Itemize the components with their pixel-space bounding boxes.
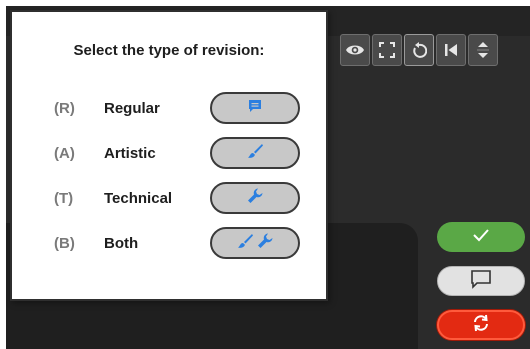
revision-type-dialog: Select the type of revision: (R) Regular… (10, 10, 328, 301)
stepper-button[interactable] (468, 34, 498, 66)
reset-icon (411, 41, 427, 59)
confirm-button[interactable] (437, 222, 525, 252)
skip-back-icon (444, 43, 458, 57)
option-label: Regular (104, 100, 160, 117)
stepper-icon (476, 39, 490, 61)
option-label: Artistic (104, 145, 156, 162)
both-revision-button[interactable] (210, 227, 300, 259)
comment-icon (470, 269, 492, 294)
fullscreen-icon (379, 42, 395, 58)
comment-icon (247, 98, 263, 119)
option-regular: (R) Regular (12, 92, 326, 126)
option-code: (A) (54, 145, 75, 162)
option-both: (B) Both (12, 227, 326, 261)
artistic-revision-button[interactable] (210, 137, 300, 169)
fullscreen-button[interactable] (372, 34, 402, 66)
option-artistic: (A) Artistic (12, 137, 326, 171)
eye-button[interactable] (340, 34, 370, 66)
wrench-icon (246, 187, 264, 210)
option-code: (R) (54, 100, 75, 117)
option-technical: (T) Technical (12, 182, 326, 216)
option-code: (B) (54, 235, 75, 252)
skip-back-button[interactable] (436, 34, 466, 66)
brush-icon (236, 232, 254, 255)
reload-button[interactable] (437, 310, 525, 340)
wrench-icon (256, 232, 274, 255)
brush-icon (246, 142, 264, 165)
option-label: Technical (104, 190, 173, 207)
reload-icon (471, 314, 491, 337)
check-icon (471, 227, 491, 248)
option-label: Both (104, 235, 139, 252)
screen: Select the type of revision: (R) Regular… (0, 0, 530, 349)
comment-button[interactable] (437, 266, 525, 296)
technical-revision-button[interactable] (210, 182, 300, 214)
eye-icon (345, 43, 365, 57)
option-code: (T) (54, 190, 74, 207)
regular-revision-button[interactable] (210, 92, 300, 124)
reset-button[interactable] (404, 34, 434, 66)
dialog-title: Select the type of revision: (73, 42, 265, 59)
